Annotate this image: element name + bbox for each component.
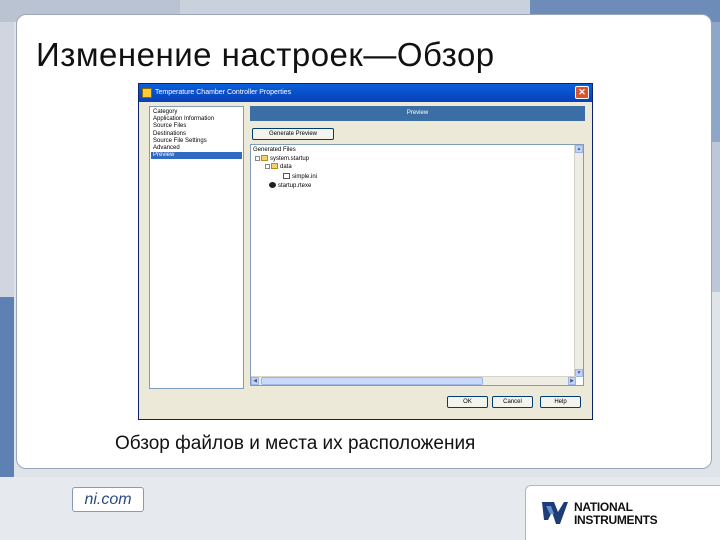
ni-com-link[interactable]: ni.com xyxy=(72,487,144,512)
background-block xyxy=(0,22,14,297)
scroll-thumb[interactable] xyxy=(261,377,483,385)
close-button[interactable]: ✕ xyxy=(575,86,589,99)
config-icon xyxy=(269,182,276,188)
category-item-advanced[interactable]: Advanced xyxy=(151,145,242,152)
file-icon xyxy=(283,173,290,179)
category-item-preview[interactable]: Preview xyxy=(151,152,242,160)
generate-preview-button[interactable]: Generate Preview xyxy=(252,128,334,140)
scroll-up-icon[interactable]: ▲ xyxy=(575,145,583,153)
tree-item-label: data xyxy=(280,164,292,170)
tree-item[interactable]: data xyxy=(265,163,292,171)
vertical-scrollbar[interactable]: ▲ ▼ xyxy=(574,145,583,377)
horizontal-scrollbar[interactable]: ◀ ▶ xyxy=(251,376,576,385)
background-block xyxy=(0,297,14,477)
folder-icon xyxy=(261,155,268,161)
category-item-destinations[interactable]: Destinations xyxy=(151,131,242,138)
category-item-application-information[interactable]: Application Information xyxy=(151,116,242,123)
tree-item[interactable]: simple.ini xyxy=(283,173,317,181)
expander-icon[interactable] xyxy=(265,164,270,169)
category-header: Category xyxy=(153,109,178,115)
generated-files-tree: Generated Files system.startup data simp… xyxy=(250,144,584,386)
slide-title: Изменение настроек—Обзор xyxy=(36,36,495,73)
category-item-source-file-settings[interactable]: Source File Settings xyxy=(151,138,242,145)
dialog-titlebar: Temperature Chamber Controller Propertie… xyxy=(139,84,592,102)
dialog-title: Temperature Chamber Controller Propertie… xyxy=(155,89,292,96)
tree-item-label: startup.rtexe xyxy=(278,183,312,189)
help-button[interactable]: Help xyxy=(540,396,581,408)
app-icon xyxy=(142,88,152,98)
ok-button[interactable]: OK xyxy=(447,396,488,408)
preview-header: Preview xyxy=(250,106,585,121)
cancel-button[interactable]: Cancel xyxy=(492,396,533,408)
expander-icon[interactable] xyxy=(255,156,260,161)
scroll-left-icon[interactable]: ◀ xyxy=(251,377,259,385)
tree-item-label: simple.ini xyxy=(292,174,318,180)
ni-eagle-icon xyxy=(542,502,568,524)
slide-caption: Обзор файлов и места их расположения xyxy=(115,433,476,454)
scroll-down-icon[interactable]: ▼ xyxy=(575,369,583,377)
properties-dialog: Temperature Chamber Controller Propertie… xyxy=(138,83,593,420)
tree-item-label: system.startup xyxy=(270,156,310,162)
scroll-right-icon[interactable]: ▶ xyxy=(568,377,576,385)
brand-line-2: INSTRUMENTS xyxy=(574,513,658,527)
brand-line-1: NATIONAL xyxy=(574,500,633,514)
folder-icon xyxy=(271,163,278,169)
tree-item[interactable]: system.startup xyxy=(255,155,309,163)
tree-item[interactable]: startup.rtexe xyxy=(269,182,311,190)
category-item-source-files[interactable]: Source Files xyxy=(151,123,242,130)
category-list: Category Application Information Source … xyxy=(149,106,244,389)
ni-logo: NATIONAL INSTRUMENTS xyxy=(525,485,720,540)
files-header: Generated Files xyxy=(253,147,296,153)
